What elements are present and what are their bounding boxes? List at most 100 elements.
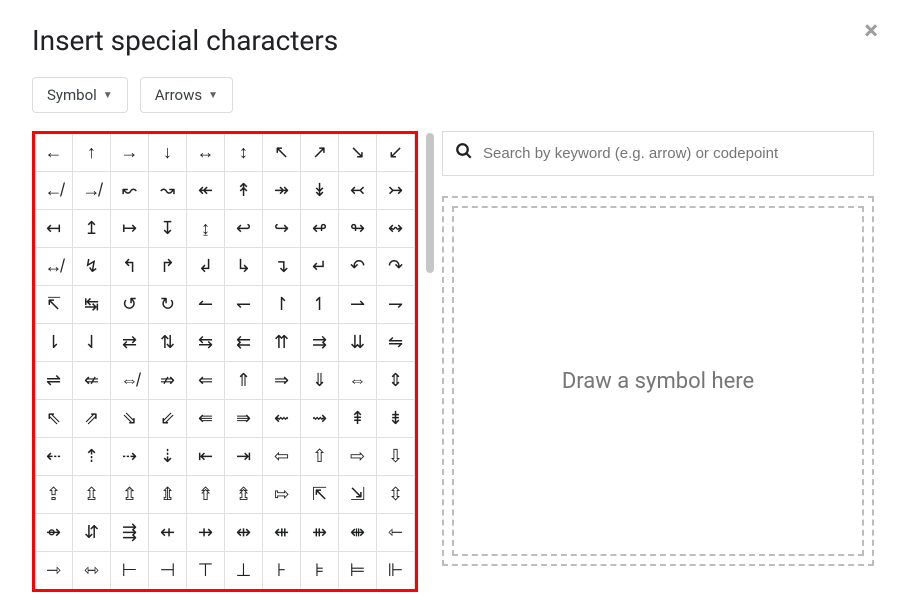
character-cell[interactable]: ⇍ bbox=[73, 362, 111, 400]
character-cell[interactable]: ↤ bbox=[35, 210, 73, 248]
character-cell[interactable]: ↮ bbox=[35, 248, 73, 286]
character-cell[interactable]: ⇘ bbox=[111, 400, 149, 438]
character-cell[interactable]: ⊨ bbox=[339, 552, 377, 589]
character-cell[interactable]: ↻ bbox=[149, 286, 187, 324]
character-cell[interactable]: ↑ bbox=[73, 134, 111, 172]
character-cell[interactable]: ↚ bbox=[35, 172, 73, 210]
character-grid-scroll[interactable]: ←↑→↓↔↕↖↗↘↙↚↛↜↝↞↟↠↡↢↣↤↥↦↧↨↩↪↫↬↭↮↯↰↱↲↳↴↵↶↷… bbox=[35, 134, 415, 589]
character-cell[interactable]: ⇧ bbox=[301, 438, 339, 476]
character-cell[interactable]: ↩ bbox=[225, 210, 263, 248]
character-cell[interactable]: ↪ bbox=[263, 210, 301, 248]
character-cell[interactable]: ↬ bbox=[339, 210, 377, 248]
character-cell[interactable]: ↳ bbox=[225, 248, 263, 286]
character-cell[interactable]: ⇅ bbox=[149, 324, 187, 362]
character-cell[interactable]: ⇐ bbox=[187, 362, 225, 400]
character-cell[interactable]: ↡ bbox=[301, 172, 339, 210]
character-cell[interactable]: ⇔ bbox=[339, 362, 377, 400]
character-cell[interactable]: ↣ bbox=[377, 172, 415, 210]
character-cell[interactable]: ↢ bbox=[339, 172, 377, 210]
character-cell[interactable]: ⇿ bbox=[73, 552, 111, 589]
character-cell[interactable]: ⇌ bbox=[35, 362, 73, 400]
scrollbar-thumb[interactable] bbox=[426, 133, 434, 273]
character-cell[interactable]: ⇝ bbox=[301, 400, 339, 438]
character-cell[interactable]: ⇤ bbox=[187, 438, 225, 476]
character-cell[interactable]: ⇚ bbox=[187, 400, 225, 438]
character-cell[interactable]: ⇹ bbox=[225, 514, 263, 552]
character-cell[interactable]: ⇁ bbox=[377, 286, 415, 324]
character-cell[interactable]: ⇯ bbox=[225, 476, 263, 514]
character-cell[interactable]: ⇽ bbox=[377, 514, 415, 552]
character-cell[interactable]: ⇖ bbox=[35, 400, 73, 438]
character-cell[interactable]: ↯ bbox=[73, 248, 111, 286]
character-cell[interactable]: ↱ bbox=[149, 248, 187, 286]
character-cell[interactable]: ⇪ bbox=[35, 476, 73, 514]
character-cell[interactable]: ⇼ bbox=[339, 514, 377, 552]
character-cell[interactable]: ↼ bbox=[187, 286, 225, 324]
character-cell[interactable]: ⇗ bbox=[73, 400, 111, 438]
character-cell[interactable]: ⇀ bbox=[339, 286, 377, 324]
character-cell[interactable]: ⊣ bbox=[149, 552, 187, 589]
draw-symbol-area[interactable]: Draw a symbol here bbox=[442, 196, 874, 566]
character-cell[interactable]: ↖ bbox=[263, 134, 301, 172]
character-cell[interactable]: ⇰ bbox=[263, 476, 301, 514]
close-icon[interactable]: × bbox=[864, 18, 878, 44]
character-cell[interactable]: ⇭ bbox=[149, 476, 187, 514]
character-cell[interactable]: ↓ bbox=[149, 134, 187, 172]
character-cell[interactable]: ⊤ bbox=[187, 552, 225, 589]
character-cell[interactable]: ⇇ bbox=[225, 324, 263, 362]
character-cell[interactable]: ⇾ bbox=[35, 552, 73, 589]
character-cell[interactable]: ⊩ bbox=[377, 552, 415, 589]
character-cell[interactable]: ⊢ bbox=[111, 552, 149, 589]
character-cell[interactable]: ↕ bbox=[225, 134, 263, 172]
character-cell[interactable]: ⇒ bbox=[263, 362, 301, 400]
character-cell[interactable]: ↥ bbox=[73, 210, 111, 248]
character-cell[interactable]: ⇺ bbox=[263, 514, 301, 552]
character-cell[interactable]: ↿ bbox=[301, 286, 339, 324]
character-cell[interactable]: ↟ bbox=[225, 172, 263, 210]
character-cell[interactable]: ↶ bbox=[339, 248, 377, 286]
character-cell[interactable]: ↦ bbox=[111, 210, 149, 248]
character-cell[interactable]: ↭ bbox=[377, 210, 415, 248]
search-input[interactable] bbox=[483, 145, 861, 162]
search-box[interactable] bbox=[442, 131, 874, 176]
character-cell[interactable]: ↵ bbox=[301, 248, 339, 286]
character-cell[interactable]: ↲ bbox=[187, 248, 225, 286]
character-cell[interactable]: ⇑ bbox=[225, 362, 263, 400]
character-cell[interactable]: ⇲ bbox=[339, 476, 377, 514]
character-cell[interactable]: ⇋ bbox=[377, 324, 415, 362]
character-cell[interactable]: ← bbox=[35, 134, 73, 172]
character-cell[interactable]: ⇟ bbox=[377, 400, 415, 438]
character-cell[interactable]: ↾ bbox=[263, 286, 301, 324]
character-cell[interactable]: ⊥ bbox=[225, 552, 263, 589]
character-cell[interactable]: ⇜ bbox=[263, 400, 301, 438]
character-cell[interactable]: ⇃ bbox=[73, 324, 111, 362]
character-cell[interactable]: ⇕ bbox=[377, 362, 415, 400]
character-cell[interactable]: ↸ bbox=[35, 286, 73, 324]
character-cell[interactable]: ⇉ bbox=[301, 324, 339, 362]
character-cell[interactable]: ⇣ bbox=[149, 438, 187, 476]
character-cell[interactable]: ↽ bbox=[225, 286, 263, 324]
character-cell[interactable]: ↝ bbox=[149, 172, 187, 210]
character-cell[interactable]: ↘ bbox=[339, 134, 377, 172]
character-cell[interactable]: ⇷ bbox=[149, 514, 187, 552]
character-cell[interactable]: ⇓ bbox=[301, 362, 339, 400]
character-cell[interactable]: ↞ bbox=[187, 172, 225, 210]
character-cell[interactable]: ⇨ bbox=[339, 438, 377, 476]
character-cell[interactable]: ⇏ bbox=[149, 362, 187, 400]
character-cell[interactable]: ⇂ bbox=[35, 324, 73, 362]
character-cell[interactable]: ⇻ bbox=[301, 514, 339, 552]
character-cell[interactable]: ⇢ bbox=[111, 438, 149, 476]
character-cell[interactable]: ↜ bbox=[111, 172, 149, 210]
character-cell[interactable]: ⇙ bbox=[149, 400, 187, 438]
character-cell[interactable]: ↠ bbox=[263, 172, 301, 210]
character-cell[interactable]: ⇶ bbox=[111, 514, 149, 552]
character-cell[interactable]: ↴ bbox=[263, 248, 301, 286]
character-cell[interactable]: ⇥ bbox=[225, 438, 263, 476]
character-cell[interactable]: ↙ bbox=[377, 134, 415, 172]
character-cell[interactable]: ↰ bbox=[111, 248, 149, 286]
character-cell[interactable]: ⇫ bbox=[73, 476, 111, 514]
character-cell[interactable]: ↗ bbox=[301, 134, 339, 172]
character-cell[interactable]: ↨ bbox=[187, 210, 225, 248]
character-cell[interactable]: ⇸ bbox=[187, 514, 225, 552]
character-cell[interactable]: ⇠ bbox=[35, 438, 73, 476]
